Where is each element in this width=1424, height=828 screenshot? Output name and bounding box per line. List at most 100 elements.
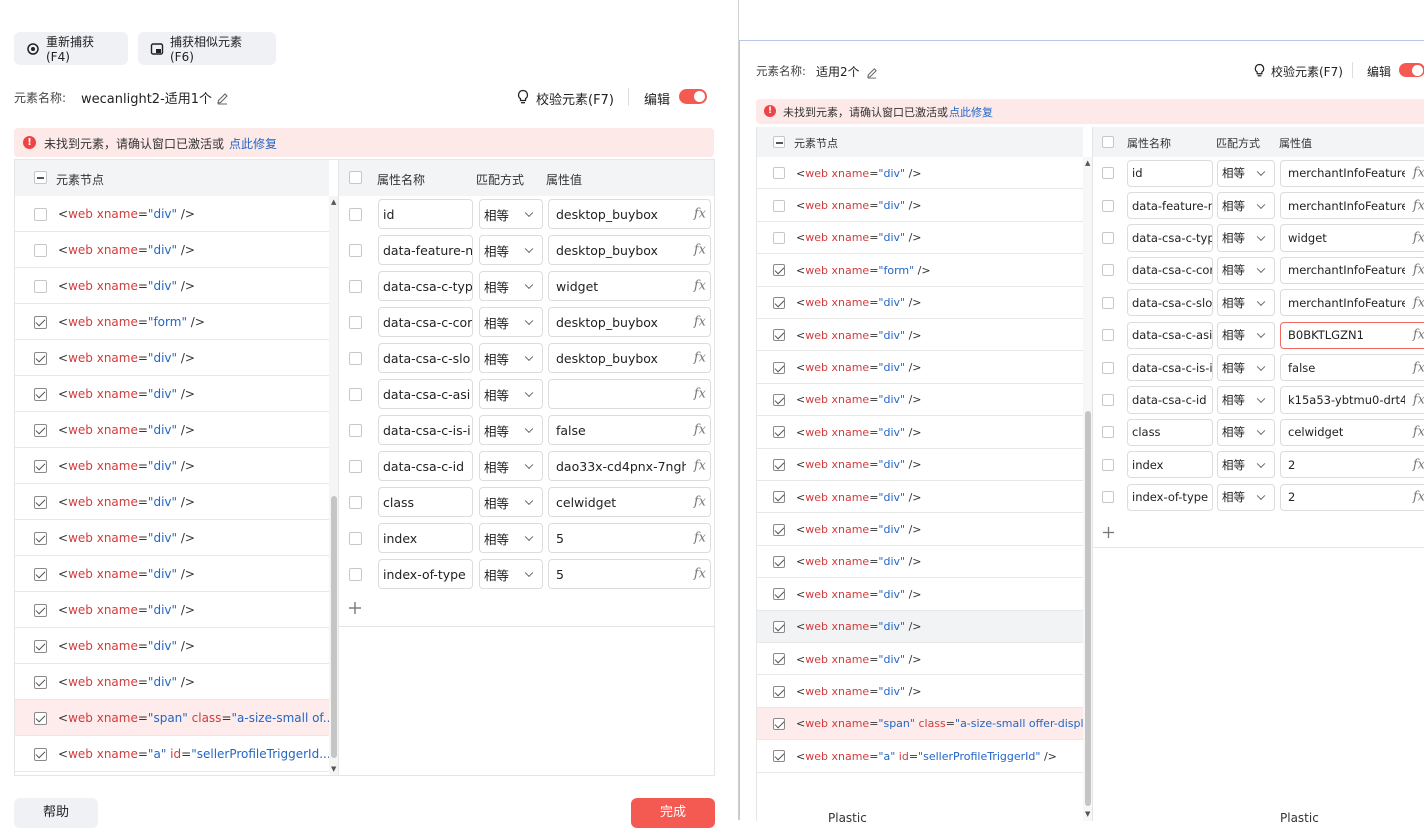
attr-checkbox[interactable] (1102, 458, 1114, 471)
attr-checkbox[interactable] (349, 567, 362, 581)
attr-name-input[interactable]: data-csa-c-slo (1127, 289, 1213, 317)
attr-select-all-checkbox[interactable] (349, 171, 362, 184)
node-row[interactable]: <web xname="div" /> (15, 268, 329, 304)
node-checkbox[interactable] (34, 495, 47, 509)
attr-checkbox[interactable] (349, 351, 362, 365)
node-checkbox[interactable] (34, 243, 47, 257)
attr-checkbox[interactable] (1102, 329, 1114, 342)
match-select[interactable]: 相等 (479, 415, 543, 445)
node-row[interactable]: <web xname="div" /> (757, 513, 1083, 546)
node-row[interactable]: <web xname="div" /> (757, 675, 1083, 708)
attr-value-input[interactable]: 2 fx (1280, 483, 1424, 511)
node-checkbox[interactable] (773, 167, 785, 180)
match-select[interactable]: 相等 (479, 523, 543, 553)
fx-icon[interactable]: fx (694, 315, 706, 330)
attr-value-input[interactable]: 2 fx (1280, 451, 1424, 479)
node-checkbox[interactable] (773, 555, 785, 568)
node-checkbox[interactable] (34, 351, 47, 365)
edit-name-icon[interactable] (866, 64, 878, 83)
node-row[interactable]: <web xname="div" /> (757, 319, 1083, 352)
attr-value-input[interactable]: desktop_buybox fx (548, 343, 711, 373)
node-row[interactable]: <web xname="div" /> (757, 578, 1083, 611)
select-all-checkbox[interactable] (34, 171, 47, 184)
verify-element-button[interactable]: 校验元素(F7) (536, 89, 614, 108)
node-checkbox[interactable] (773, 329, 785, 342)
node-row[interactable]: <web xname="div" /> (15, 592, 329, 628)
fx-icon[interactable]: fx (1413, 425, 1424, 440)
attr-name-input[interactable]: class (1127, 418, 1213, 447)
attr-checkbox[interactable] (349, 459, 362, 473)
fx-icon[interactable]: fx (1413, 263, 1424, 278)
attr-name-input[interactable]: data-csa-c-id (1127, 386, 1213, 414)
attr-checkbox[interactable] (349, 531, 362, 545)
node-checkbox[interactable] (773, 491, 785, 504)
node-checkbox[interactable] (773, 264, 785, 277)
attr-name-input[interactable]: data-csa-c-is-i (378, 415, 473, 445)
node-checkbox[interactable] (773, 296, 785, 309)
match-select[interactable]: 相等 (1217, 224, 1275, 252)
node-row[interactable]: <web xname="div" /> (15, 520, 329, 556)
match-select[interactable]: 相等 (479, 271, 543, 301)
select-all-checkbox[interactable] (773, 136, 785, 148)
match-select[interactable]: 相等 (479, 235, 543, 265)
fx-icon[interactable]: fx (694, 279, 706, 294)
attr-checkbox[interactable] (349, 387, 362, 401)
node-row[interactable]: <web xname="div" /> (757, 449, 1083, 481)
match-select[interactable]: 相等 (1217, 386, 1275, 414)
node-row[interactable]: <web xname="div" /> (757, 416, 1083, 449)
match-select[interactable]: 相等 (1217, 256, 1275, 285)
attr-value-input[interactable]: 5 fx (548, 559, 711, 589)
attr-checkbox[interactable] (1102, 393, 1114, 406)
node-row[interactable]: <web xname="div" /> (757, 384, 1083, 417)
attr-name-input[interactable]: data-csa-c-asi (378, 379, 473, 409)
node-checkbox[interactable] (34, 711, 47, 725)
attr-value-input[interactable]: merchantInfoFeature_f fx (1280, 159, 1424, 187)
node-checkbox[interactable] (34, 567, 47, 581)
attr-value-input[interactable]: merchantInfoFeature fx (1280, 191, 1424, 220)
scroll-down-arrow[interactable]: ▼ (331, 765, 336, 773)
node-checkbox[interactable] (773, 199, 785, 212)
node-row[interactable]: <web xname="div" /> (757, 610, 1083, 643)
attr-checkbox[interactable] (1102, 491, 1114, 504)
node-row[interactable]: <web xname="div" /> (15, 340, 329, 376)
attr-checkbox[interactable] (1102, 199, 1114, 212)
attr-name-input[interactable]: index (1127, 451, 1213, 479)
node-checkbox[interactable] (34, 423, 47, 437)
attr-value-input[interactable]: false fx (548, 415, 711, 445)
match-select[interactable]: 相等 (1217, 418, 1275, 447)
fx-icon[interactable]: fx (1413, 490, 1424, 505)
match-select[interactable]: 相等 (479, 343, 543, 373)
attr-value-input[interactable]: widget fx (548, 271, 711, 301)
node-row[interactable]: <web xname="div" /> (15, 628, 329, 664)
node-checkbox[interactable] (34, 279, 47, 293)
attr-checkbox[interactable] (1102, 167, 1114, 180)
fx-icon[interactable]: fx (1413, 328, 1424, 343)
attr-checkbox[interactable] (349, 243, 362, 257)
match-select[interactable]: 相等 (1217, 353, 1275, 382)
scroll-down-arrow[interactable]: ▼ (1085, 810, 1090, 818)
done-button[interactable]: 完成 (631, 798, 715, 828)
attr-value-input[interactable]: k15a53-ybtmu0-drt4as fx (1280, 386, 1424, 414)
attr-value-input[interactable]: false fx (1280, 353, 1424, 382)
attr-name-input[interactable]: index-of-type (1127, 483, 1213, 511)
fx-icon[interactable]: fx (694, 567, 706, 582)
attr-name-input[interactable]: data-csa-c-cor (378, 307, 473, 337)
match-select[interactable]: 相等 (1217, 289, 1275, 317)
attr-checkbox[interactable] (1102, 426, 1114, 439)
match-select[interactable]: 相等 (1217, 451, 1275, 479)
edit-name-icon[interactable] (216, 90, 229, 109)
fx-icon[interactable]: fx (694, 351, 706, 366)
attr-name-input[interactable]: data-csa-c-typ (378, 271, 473, 301)
match-select[interactable]: 相等 (1217, 321, 1275, 349)
match-select[interactable]: 相等 (1217, 191, 1275, 220)
attr-checkbox[interactable] (1102, 231, 1114, 244)
match-select[interactable]: 相等 (479, 487, 543, 517)
node-row[interactable]: <web xname="a" id="sellerProfileTriggerI… (15, 736, 336, 772)
node-checkbox[interactable] (773, 750, 785, 763)
fx-icon[interactable]: fx (1413, 457, 1424, 472)
node-row[interactable]: <web xname="div" /> (757, 222, 1083, 255)
node-scrollbar[interactable]: ▲ ▼ (329, 196, 338, 775)
node-checkbox[interactable] (34, 747, 47, 761)
node-checkbox[interactable] (34, 315, 47, 329)
node-row[interactable]: <web xname="div" /> (757, 643, 1083, 676)
